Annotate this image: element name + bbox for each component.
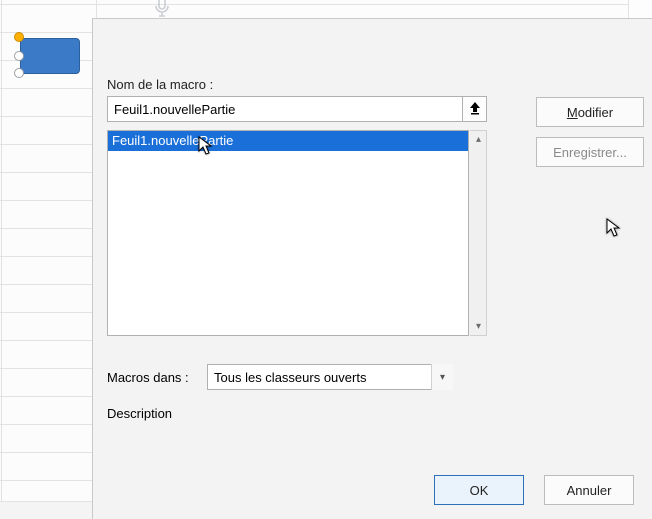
resize-handle-bottom-left[interactable]	[14, 68, 24, 78]
list-item[interactable]: Feuil1.nouvellePartie	[108, 131, 468, 151]
ok-button[interactable]: OK	[434, 475, 524, 505]
microphone-icon	[150, 0, 178, 18]
scroll-up-icon[interactable]: ▴	[470, 131, 487, 148]
macro-listbox[interactable]: Feuil1.nouvellePartie	[107, 130, 469, 336]
listbox-scrollbar[interactable]: ▴ ▾	[470, 130, 487, 336]
macros-scope-select[interactable]	[207, 364, 453, 390]
cancel-button[interactable]: Annuler	[544, 475, 634, 505]
record-button: Enregistrer...	[536, 137, 644, 167]
selected-shape[interactable]	[20, 38, 80, 74]
description-label: Description	[107, 406, 644, 421]
shape-rect[interactable]	[20, 38, 80, 74]
scroll-down-icon[interactable]: ▾	[470, 318, 487, 335]
macro-name-input[interactable]	[107, 96, 463, 122]
resize-handle-top-left[interactable]	[14, 32, 24, 42]
modify-button[interactable]: Modifier	[536, 97, 644, 127]
macros-scope-label: Macros dans :	[107, 370, 197, 385]
macro-name-label: Nom de la macro :	[107, 77, 644, 92]
macro-dialog: Nom de la macro : Modifier Enregistrer..…	[92, 18, 652, 519]
go-to-macro-button[interactable]	[463, 96, 487, 122]
arrow-up-icon	[469, 101, 481, 118]
resize-handle-mid-left[interactable]	[14, 51, 24, 61]
